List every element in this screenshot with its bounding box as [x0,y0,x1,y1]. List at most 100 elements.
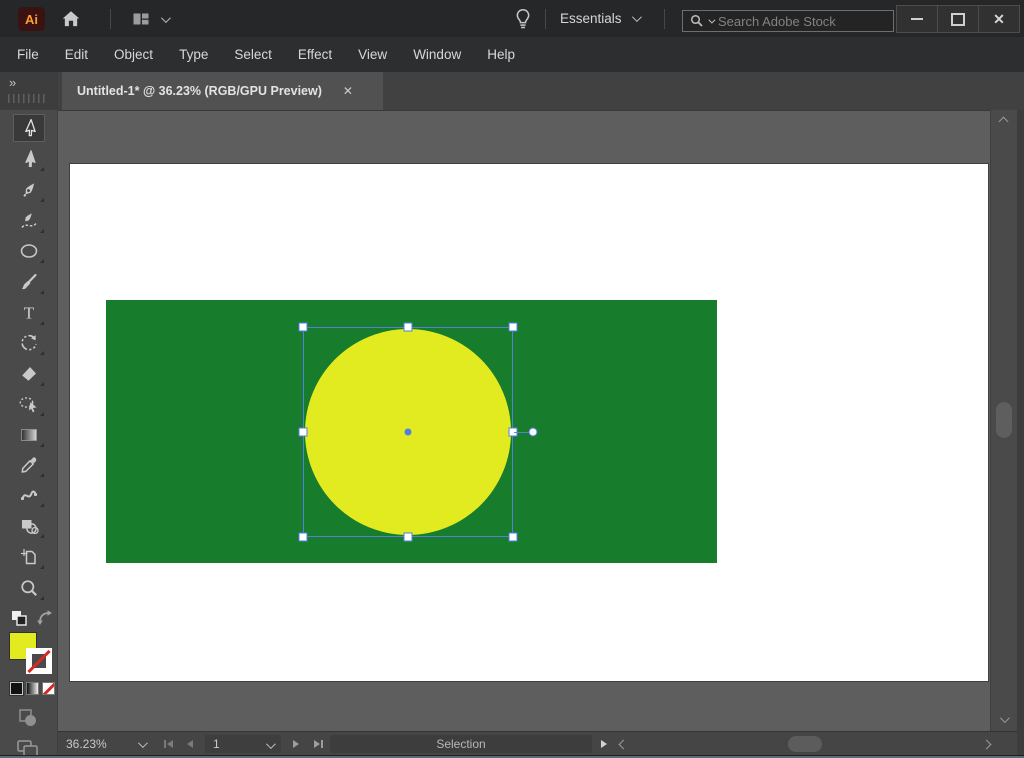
gradient-tool[interactable] [13,421,45,449]
paintbrush-tool-icon [19,272,39,292]
menu-edit[interactable]: Edit [52,37,101,72]
artboard[interactable] [70,164,988,681]
direct-selection-tool-icon [19,149,39,169]
selection-tool[interactable] [13,114,45,142]
selection-handle-middle-left[interactable] [299,428,308,437]
titlebar-divider [545,9,546,29]
app-icon-ai[interactable]: Ai [18,7,45,31]
minimize-button[interactable] [896,5,938,33]
menubar: File Edit Object Type Select Effect View… [0,37,1024,72]
canvas-area[interactable] [58,110,990,731]
artboard-tool[interactable] [13,543,45,571]
width-tool-icon [19,485,39,505]
menu-help[interactable]: Help [474,37,528,72]
titlebar-divider [664,9,665,29]
status-display[interactable]: Selection [330,735,592,753]
artboard-number: 1 [213,737,220,751]
selection-handle-bottom-left[interactable] [299,533,308,542]
swap-fill-stroke-icon[interactable] [35,608,55,628]
artboard-navigation-field[interactable]: 1 [205,735,281,753]
home-icon[interactable] [58,7,84,31]
menu-file[interactable]: File [4,37,52,72]
next-artboard-button[interactable] [286,732,306,756]
artboard-tool-icon [19,547,39,567]
arrange-documents-icon[interactable] [124,7,158,31]
menu-effect[interactable]: Effect [285,37,345,72]
maximize-button[interactable] [938,5,979,33]
last-artboard-button[interactable] [308,732,328,756]
workspace-switcher[interactable]: Essentials [560,0,639,37]
arrange-documents-chevron-icon[interactable] [161,13,171,23]
panel-grip[interactable] [8,94,48,103]
selection-handle-top-center[interactable] [404,323,413,332]
lightbulb-icon[interactable] [510,7,536,31]
vertical-scrollbar[interactable] [990,110,1017,731]
expand-panel-button[interactable]: » [9,75,15,90]
document-tab[interactable]: Untitled-1* @ 36.23% (RGB/GPU Preview) ✕ [62,72,383,110]
none-button[interactable] [42,682,55,695]
close-button[interactable]: ✕ [979,5,1020,33]
curvature-tool-icon [19,211,39,231]
shape-builder-tool-icon [19,516,39,536]
eyedropper-tool[interactable] [13,451,45,479]
curvature-tool[interactable] [13,207,45,235]
selection-center-point[interactable] [405,429,412,436]
search-scope-chevron-icon [708,16,715,23]
pen-tool[interactable] [13,176,45,204]
scroll-right-icon[interactable] [982,740,992,750]
first-artboard-button[interactable] [158,732,178,756]
eraser-tool[interactable] [13,360,45,388]
default-fill-stroke-icon[interactable] [9,608,29,628]
scroll-down-icon[interactable] [1000,713,1010,723]
menu-type[interactable]: Type [166,37,221,72]
menu-object[interactable]: Object [101,37,166,72]
draw-mode-button[interactable] [16,706,40,730]
workspace-label: Essentials [560,11,622,26]
type-tool[interactable]: T [13,299,45,327]
horizontal-scroll-thumb[interactable] [788,736,822,752]
color-button[interactable] [10,682,23,695]
shape-builder-tool[interactable] [13,512,45,540]
horizontal-scrollbar[interactable] [612,732,1000,756]
swap-fill-stroke-glyph [35,608,55,628]
menu-view[interactable]: View [345,37,400,72]
status-menu-arrow-icon[interactable] [596,732,612,756]
rotate-handle-line [514,432,529,433]
selection-handle-top-left[interactable] [299,323,308,332]
width-tool[interactable] [13,481,45,509]
gradient-button[interactable] [26,682,39,695]
chevron-down-icon [137,738,147,748]
menu-window[interactable]: Window [400,37,474,72]
stock-search-field[interactable] [682,10,894,32]
lasso-tool[interactable] [13,390,45,418]
selection-tool-icon [19,118,39,138]
rotate-tool[interactable] [13,329,45,357]
scroll-left-icon[interactable] [619,740,629,750]
illustrator-window: Ai Essentials [0,0,1024,758]
scroll-up-icon[interactable] [999,117,1009,127]
titlebar: Ai Essentials [0,0,1024,37]
search-input[interactable] [716,13,870,30]
selection-handle-bottom-right[interactable] [509,533,518,542]
menu-select[interactable]: Select [221,37,285,72]
tab-bar: » Untitled-1* @ 36.23% (RGB/GPU Preview)… [0,72,1024,110]
ellipse-tool[interactable] [13,237,45,265]
stroke-color-swatch[interactable] [26,648,52,674]
window-controls: ✕ [896,5,1020,31]
selection-handle-bottom-center[interactable] [404,533,413,542]
direct-selection-tool[interactable] [13,145,45,173]
zoom-dropdown-button[interactable] [128,732,154,756]
selection-handle-top-right[interactable] [509,323,518,332]
paintbrush-tool[interactable] [13,268,45,296]
rotate-tool-icon [19,333,39,353]
right-panel-edge [1017,110,1024,758]
maximize-icon [951,13,965,26]
previous-artboard-button[interactable] [180,732,200,756]
rotate-handle[interactable] [529,428,538,437]
statusbar: 36.23% 1 Selection [58,731,1017,756]
zoom-level[interactable]: 36.23% [66,732,107,756]
vertical-scroll-thumb[interactable] [996,402,1012,438]
artboard-dropdown-icon[interactable] [266,739,276,749]
zoom-tool[interactable] [13,574,45,602]
tab-close-icon[interactable]: ✕ [340,81,356,101]
